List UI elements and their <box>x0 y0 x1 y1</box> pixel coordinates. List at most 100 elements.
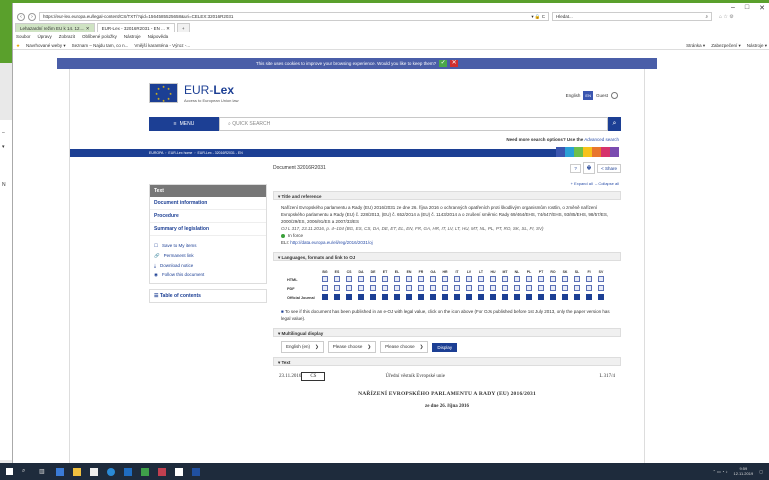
browser-search-input[interactable]: Hledat... ⌕ <box>552 12 712 21</box>
command-item[interactable]: Stránka ▾ <box>686 41 705 49</box>
pdf-icon[interactable] <box>490 285 496 291</box>
official-journal-icon[interactable] <box>406 294 412 300</box>
sidebar-item-document-information[interactable]: Document information <box>150 197 266 210</box>
table-of-contents-button[interactable]: ☰ Table of contents <box>149 289 267 303</box>
notification-icon[interactable]: ▢ <box>759 469 763 474</box>
html-icon[interactable] <box>598 276 604 282</box>
pdf-icon[interactable] <box>406 285 412 291</box>
html-icon[interactable] <box>538 276 544 282</box>
search-icon[interactable]: ⌕ <box>22 468 30 476</box>
pdf-icon[interactable] <box>550 285 556 291</box>
pdf-icon[interactable] <box>538 285 544 291</box>
eu-flag-logo[interactable]: ★ ★ ★ ★ ★ ★ ★ ★ <box>149 83 178 103</box>
excel-icon[interactable] <box>141 467 149 476</box>
menu-button[interactable]: ≡ MENU <box>149 117 219 131</box>
display-button[interactable]: Display <box>432 342 458 352</box>
address-bar-icons[interactable]: ▾ 🔒 C <box>531 13 545 20</box>
pdf-icon[interactable] <box>394 285 400 291</box>
pdf-icon[interactable] <box>334 285 340 291</box>
language-select-2[interactable]: Please choose ❯ <box>327 341 377 353</box>
browser-tab[interactable]: Lehazardní režim EU k 14. 12.... ✕ <box>15 23 95 32</box>
menu-item[interactable]: Nástroje <box>124 33 141 41</box>
save-to-my-items-link[interactable]: ☐ Save to My items <box>154 241 262 251</box>
eli-link[interactable]: http://data.europa.eu/eli/reg/2016/2031/… <box>290 240 372 245</box>
address-bar[interactable]: https://eur-lex.europa.eu/legal-content/… <box>39 12 549 21</box>
task-view-icon[interactable]: ▥ <box>39 468 47 476</box>
download-notice-link[interactable]: ⤓ Download notice <box>154 261 262 270</box>
search-icon[interactable]: ⌕ <box>705 13 708 20</box>
pdf-icon[interactable] <box>526 285 532 291</box>
background-window-control[interactable]: – <box>2 130 5 136</box>
pdf-icon[interactable] <box>454 285 460 291</box>
official-journal-icon[interactable] <box>454 294 460 300</box>
outlook-icon[interactable] <box>192 467 200 476</box>
official-journal-icon[interactable] <box>526 294 532 300</box>
pdf-icon[interactable] <box>370 285 376 291</box>
pdf-icon[interactable] <box>586 285 592 291</box>
quick-search-input[interactable]: ⌕ QUICK SEARCH <box>219 117 608 131</box>
official-journal-icon[interactable] <box>514 294 520 300</box>
favorite-link[interactable]: Vnější karanténa - Výroz -... <box>134 41 190 49</box>
pdf-icon[interactable] <box>562 285 568 291</box>
cookie-accept-button[interactable]: ✓ <box>439 60 448 67</box>
html-icon[interactable] <box>526 276 532 282</box>
section-header-title-reference[interactable]: ▾ Title and reference <box>273 191 621 200</box>
pdf-icon[interactable] <box>502 285 508 291</box>
advanced-search-link[interactable]: Advanced search <box>584 137 619 142</box>
html-icon[interactable] <box>406 276 412 282</box>
official-journal-icon[interactable] <box>586 294 592 300</box>
favorite-link[interactable]: Seznam – Najdu tam, co n... <box>72 41 129 49</box>
language-selector[interactable]: English <box>566 93 581 98</box>
html-icon[interactable] <box>370 276 376 282</box>
breadcrumb-item[interactable]: EUR-Lex home <box>168 151 192 155</box>
html-icon[interactable] <box>466 276 472 282</box>
back-button[interactable]: ‹ <box>17 12 25 21</box>
html-icon[interactable] <box>394 276 400 282</box>
html-icon[interactable] <box>358 276 364 282</box>
document-icon[interactable] <box>175 467 183 476</box>
pdf-icon[interactable] <box>358 285 364 291</box>
official-journal-icon[interactable] <box>430 294 436 300</box>
app-icon[interactable] <box>158 467 166 476</box>
pdf-icon[interactable] <box>442 285 448 291</box>
html-icon[interactable] <box>514 276 520 282</box>
search-submit-button[interactable]: ⌕ <box>608 117 621 131</box>
official-journal-icon[interactable] <box>442 294 448 300</box>
background-window-control[interactable]: N <box>2 182 6 188</box>
official-journal-icon[interactable] <box>538 294 544 300</box>
html-icon[interactable] <box>334 276 340 282</box>
pdf-icon[interactable] <box>382 285 388 291</box>
html-icon[interactable] <box>502 276 508 282</box>
star-icon[interactable]: ★ <box>16 41 20 49</box>
html-icon[interactable] <box>418 276 424 282</box>
sidebar-item-text[interactable]: Text <box>150 185 266 197</box>
breadcrumb-item[interactable]: EUROPA <box>149 151 163 155</box>
command-item[interactable]: Zabezpečení ▾ <box>711 41 741 49</box>
sidebar-item-summary[interactable]: Summary of legislation <box>150 223 266 236</box>
sidebar-item-procedure[interactable]: Procedure <box>150 210 266 223</box>
site-logo[interactable]: EUR-Lex <box>184 83 234 97</box>
official-journal-icon[interactable] <box>418 294 424 300</box>
official-journal-icon[interactable] <box>358 294 364 300</box>
pdf-icon[interactable] <box>598 285 604 291</box>
pdf-icon[interactable] <box>418 285 424 291</box>
language-select-3[interactable]: Please choose ❯ <box>380 341 429 353</box>
html-icon[interactable] <box>442 276 448 282</box>
new-tab-button[interactable]: + <box>176 23 190 32</box>
section-header-text[interactable]: ▾ Text <box>273 357 621 366</box>
pdf-icon[interactable] <box>322 285 328 291</box>
windows-start-icon[interactable] <box>6 468 13 475</box>
section-header-multilingual[interactable]: ▾ Multilingual display <box>273 328 621 337</box>
official-journal-icon[interactable] <box>490 294 496 300</box>
official-journal-icon[interactable] <box>334 294 340 300</box>
menu-item[interactable]: Soubor <box>16 33 31 41</box>
internet-explorer-icon[interactable] <box>107 467 115 476</box>
menu-item[interactable]: Zobrazit <box>59 33 75 41</box>
pdf-icon[interactable] <box>514 285 520 291</box>
official-journal-icon[interactable] <box>382 294 388 300</box>
official-journal-icon[interactable] <box>562 294 568 300</box>
favorite-link[interactable]: Navrhované weby ▾ <box>26 41 66 49</box>
share-button[interactable]: < Share <box>597 163 621 173</box>
official-journal-icon[interactable] <box>550 294 556 300</box>
pdf-icon[interactable] <box>430 285 436 291</box>
